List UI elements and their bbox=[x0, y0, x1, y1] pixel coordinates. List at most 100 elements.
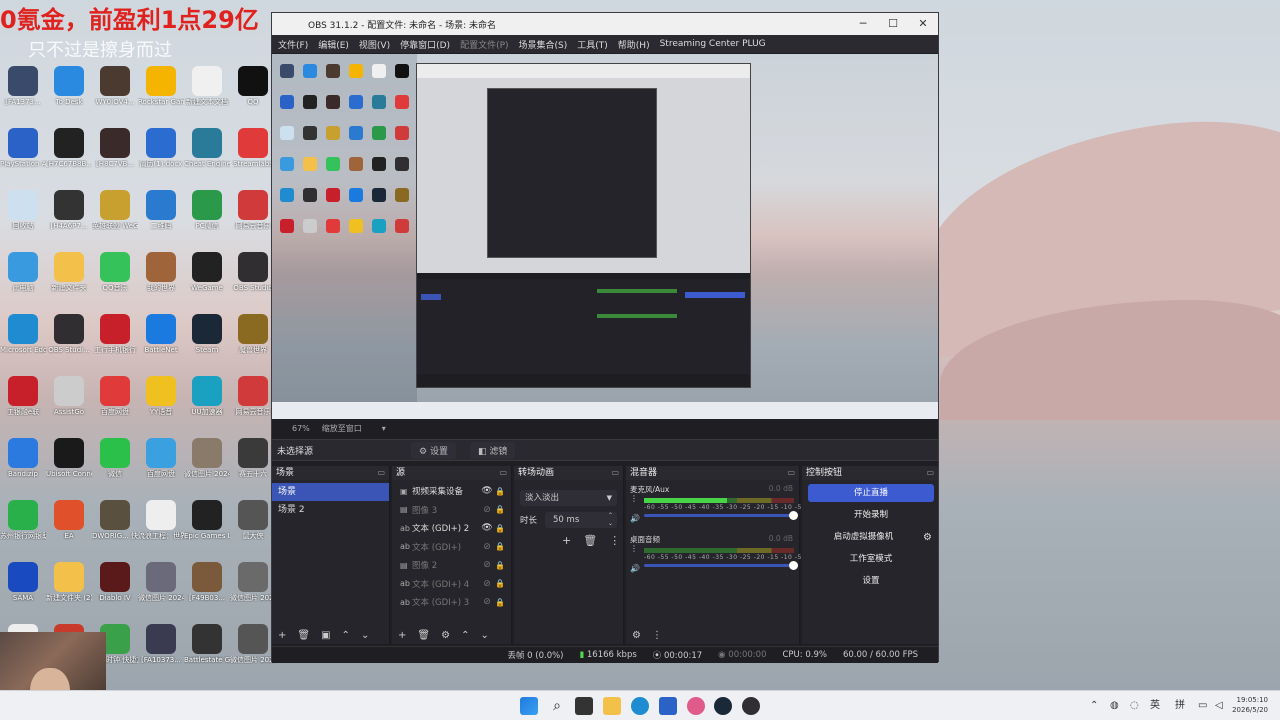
volume-slider[interactable] bbox=[644, 511, 798, 520]
task-view-icon[interactable] bbox=[575, 697, 593, 715]
desktop-icon[interactable]: Rockstar Games... bbox=[138, 66, 184, 106]
chevron-up-icon[interactable]: ⌃ bbox=[1090, 691, 1098, 720]
desktop-icon[interactable]: WY0IOV4... bbox=[92, 66, 138, 106]
speaker-icon[interactable]: 🔊 bbox=[630, 564, 640, 573]
desktop-icon[interactable]: [H7C67B8B... bbox=[46, 128, 92, 168]
app-icon[interactable] bbox=[687, 697, 705, 715]
volume-icon[interactable]: ◁ bbox=[1215, 691, 1223, 720]
desktop-icon[interactable]: DWORIG... 快捷方式 bbox=[92, 500, 138, 540]
obs-icon[interactable] bbox=[742, 697, 760, 715]
dock-menu-icon[interactable]: ▭ bbox=[377, 466, 385, 480]
move-down-icon[interactable]: ⌄ bbox=[361, 630, 369, 641]
lock-icon[interactable]: 🔒 bbox=[494, 579, 506, 588]
desktop-icon[interactable]: 英雄联盟 WeGame版 bbox=[92, 190, 138, 230]
desktop-icon[interactable]: BattleNet bbox=[138, 314, 184, 354]
desktop-icon[interactable]: 微信图片 2024082... bbox=[184, 438, 230, 478]
start-recording-button[interactable]: 开始录制 bbox=[808, 506, 934, 524]
file-explorer-icon[interactable] bbox=[603, 697, 621, 715]
eye-icon[interactable]: 👁 bbox=[480, 523, 494, 533]
steam-icon[interactable] bbox=[714, 697, 732, 715]
desktop-icon[interactable]: Battlestate Games L... bbox=[184, 624, 230, 664]
desktop-icon[interactable]: 网易云音乐 bbox=[230, 190, 276, 230]
desktop-icon[interactable]: UU加速器 bbox=[184, 376, 230, 416]
desktop-icon[interactable]: To Desk bbox=[46, 66, 92, 106]
desktop-icon[interactable]: PC微信 bbox=[184, 190, 230, 230]
lock-icon[interactable]: 🔒 bbox=[494, 598, 506, 607]
desktop-icon[interactable]: SAMA bbox=[0, 562, 46, 602]
menu-file[interactable]: 文件(F) bbox=[278, 38, 308, 51]
desktop-icon[interactable]: [F49B03... bbox=[184, 562, 230, 602]
more-icon[interactable]: ⋮ bbox=[630, 544, 638, 553]
eye-hidden-icon[interactable]: ⊘ bbox=[480, 542, 494, 552]
menu-tools[interactable]: 工具(T) bbox=[577, 38, 608, 51]
maximize-button[interactable]: ☐ bbox=[878, 13, 908, 35]
speaker-icon[interactable]: 🔊 bbox=[630, 514, 640, 523]
desktop-icon[interactable]: 微信图片 2026042... bbox=[230, 624, 276, 664]
chevron-down-icon[interactable]: ▾ bbox=[382, 424, 386, 433]
desktop-icon[interactable]: YY语音 bbox=[138, 376, 184, 416]
lock-icon[interactable]: 🔒 bbox=[494, 487, 506, 496]
trash-icon[interactable]: 🗑 bbox=[583, 534, 597, 547]
desktop-icon[interactable]: 回收站 bbox=[0, 190, 46, 230]
desktop-icon[interactable]: OBS Studi... bbox=[46, 314, 92, 354]
dock-menu-icon[interactable]: ▭ bbox=[611, 466, 619, 480]
zoom-mode[interactable]: 缩放至窗口 bbox=[322, 423, 362, 434]
desktop-icon[interactable]: Cheat Engine.exe bbox=[184, 128, 230, 168]
eye-icon[interactable]: 👁 bbox=[480, 486, 494, 496]
desktop-icon[interactable]: 简历(1).docx bbox=[138, 128, 184, 168]
desktop-icon[interactable]: OBS Studio bbox=[230, 252, 276, 292]
virtual-camera-button[interactable]: 启动虚拟摄像机 bbox=[808, 528, 920, 546]
desktop-icon[interactable]: 鼠大侠 bbox=[230, 500, 276, 540]
desktop-icon[interactable]: 二维码 bbox=[138, 190, 184, 230]
add-icon[interactable]: + bbox=[398, 630, 406, 641]
move-up-icon[interactable]: ⌃ bbox=[461, 630, 469, 641]
dock-menu-icon[interactable]: ▭ bbox=[499, 466, 507, 480]
desktop-icon[interactable]: PlayStation Accessories bbox=[0, 128, 46, 168]
ime-language[interactable]: 英 bbox=[1150, 691, 1160, 720]
desktop-icon[interactable]: Microsoft Edge bbox=[0, 314, 46, 354]
add-icon[interactable]: + bbox=[278, 630, 286, 641]
lock-icon[interactable]: 🔒 bbox=[494, 505, 506, 514]
more-icon[interactable]: ⋮ bbox=[652, 630, 662, 641]
settings-button[interactable]: 设置 bbox=[808, 572, 934, 590]
desktop-icon[interactable]: 工银融e联 bbox=[0, 376, 46, 416]
source-item[interactable]: ▣ 视频采集设备 👁 🔒 bbox=[392, 482, 511, 501]
mixer-settings-icon[interactable]: ⚙ bbox=[632, 630, 641, 641]
source-item[interactable]: ▤ 图像 2 ⊘ 🔒 bbox=[392, 556, 511, 575]
desktop-icon[interactable]: EA bbox=[46, 500, 92, 540]
lock-icon[interactable]: 🔒 bbox=[494, 524, 506, 533]
desktop-icon[interactable]: 网易云音乐 bbox=[230, 376, 276, 416]
eye-hidden-icon[interactable]: ⊘ bbox=[480, 597, 494, 607]
menu-edit[interactable]: 编辑(E) bbox=[318, 38, 349, 51]
source-item[interactable]: ab 文本 (GDI+) ⊘ 🔒 bbox=[392, 538, 511, 557]
source-item[interactable]: ab 文本 (GDI+) 4 ⊘ 🔒 bbox=[392, 575, 511, 594]
desktop-icon[interactable]: 微信图片 2024082... bbox=[230, 562, 276, 602]
desktop-icon[interactable]: Epic Games Launcher bbox=[184, 500, 230, 540]
source-item[interactable]: ab 文本 (GDI+) 3 ⊘ 🔒 bbox=[392, 593, 511, 612]
desktop-icon[interactable]: QQ音乐 bbox=[92, 252, 138, 292]
menu-scene-collection[interactable]: 场景集合(S) bbox=[519, 38, 568, 51]
desktop-icon[interactable]: 新建文件夹 (2) bbox=[46, 562, 92, 602]
lock-icon[interactable]: 🔒 bbox=[494, 561, 506, 570]
gear-icon[interactable]: ⚙ bbox=[441, 630, 450, 641]
desktop-icon[interactable]: Streamlabs bbox=[230, 128, 276, 168]
zoom-level[interactable]: 67% bbox=[292, 424, 310, 433]
desktop-icon[interactable]: WeGame bbox=[184, 252, 230, 292]
desktop-icon[interactable]: 赛五十六 bbox=[230, 438, 276, 478]
desktop-icon[interactable]: QQ bbox=[230, 66, 276, 106]
scene-item[interactable]: 场景 2 bbox=[272, 501, 389, 519]
menu-profile[interactable]: 配置文件(P) bbox=[460, 38, 508, 51]
context-settings-button[interactable]: ⚙ 设置 bbox=[411, 441, 456, 459]
desktop-icon[interactable]: Ubisoft Connect bbox=[46, 438, 92, 478]
spin-icon[interactable]: ⌃ ⌄ bbox=[608, 512, 613, 528]
desktop-icon[interactable]: 此电脑 bbox=[0, 252, 46, 292]
scene-filter-icon[interactable]: ▣ bbox=[321, 630, 330, 641]
dock-menu-icon[interactable]: ▭ bbox=[787, 466, 795, 480]
move-up-icon[interactable]: ⌃ bbox=[342, 630, 350, 641]
desktop-icon[interactable]: 百度网盘 bbox=[92, 376, 138, 416]
tray-app-icon[interactable]: ◍ bbox=[1110, 691, 1119, 720]
duration-input[interactable]: 50 ms ⌃ ⌄ bbox=[545, 512, 617, 528]
studio-mode-button[interactable]: 工作室模式 bbox=[808, 550, 934, 568]
desktop-icon[interactable]: 百度网盘 bbox=[138, 438, 184, 478]
desktop-icon[interactable]: 新建文件夹 bbox=[46, 252, 92, 292]
